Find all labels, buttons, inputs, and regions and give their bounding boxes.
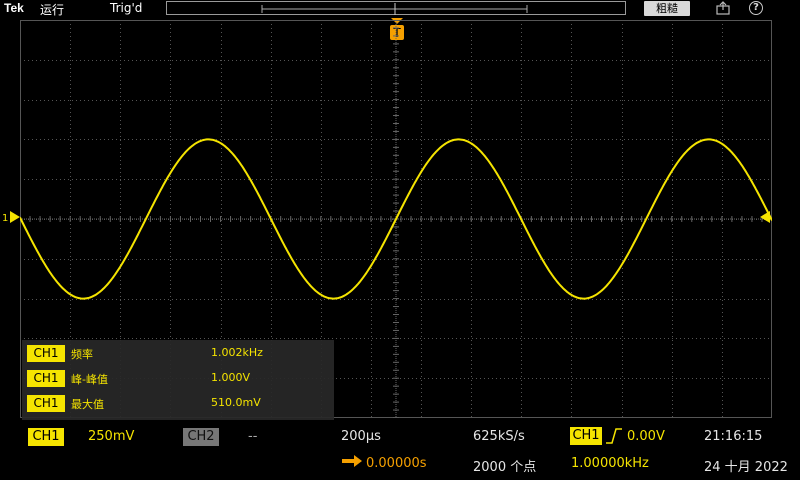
measurement-row[interactable]: CH1 最大值 510.0mV	[25, 393, 331, 413]
record-length[interactable]: 2000 个点	[473, 456, 536, 475]
measurement-name: 频率	[71, 348, 93, 361]
trigger-state: Trig'd	[110, 1, 143, 15]
horizontal-position[interactable]: 0.00000s	[366, 456, 427, 471]
ch1-scale[interactable]: 250mV	[88, 429, 134, 444]
coarse-button[interactable]: 粗糙	[644, 1, 690, 16]
trigger-frequency: 1.00000kHz	[571, 456, 649, 471]
ch2-badge[interactable]: CH2	[183, 428, 219, 446]
rising-edge-icon	[606, 428, 622, 444]
ch1-ground-marker[interactable]: 1	[0, 210, 22, 224]
measurement-row[interactable]: CH1 峰-峰值 1.000V	[25, 368, 331, 388]
measurement-value: 510.0mV	[211, 396, 261, 409]
export-icon[interactable]	[716, 1, 730, 15]
measurement-value: 1.000V	[211, 371, 251, 384]
run-state[interactable]: 运行	[40, 1, 64, 18]
sample-rate: 625kS/s	[473, 429, 525, 444]
help-icon[interactable]: ?	[749, 1, 763, 15]
measurement-name: 峰-峰值	[71, 373, 108, 386]
brand-logo: Tek	[4, 1, 24, 15]
svg-text:1: 1	[2, 213, 8, 224]
measurement-name: 最大值	[71, 398, 104, 411]
measurement-row[interactable]: CH1 频率 1.002kHz	[25, 343, 331, 363]
clock-time: 21:16:15	[704, 429, 763, 444]
ch1-badge[interactable]: CH1	[28, 428, 64, 446]
date: 24 十月 2022	[704, 460, 788, 475]
measurement-channel-badge: CH1	[27, 395, 65, 412]
ch2-scale[interactable]: --	[248, 429, 257, 444]
trigger-level-marker[interactable]	[758, 210, 772, 224]
record-view-bar[interactable]	[166, 1, 626, 15]
measurement-value: 1.002kHz	[211, 346, 263, 359]
horizontal-position-arrow-icon	[342, 455, 362, 467]
measurement-channel-badge: CH1	[27, 345, 65, 362]
status-bar: CH1 250mV CH2 -- 200µs 625kS/s CH1 0.00V…	[0, 424, 800, 480]
trigger-level[interactable]: 0.00V	[627, 429, 665, 444]
measurement-channel-badge: CH1	[27, 370, 65, 387]
top-bar: Tek 运行 Trig'd 粗糙 ?	[0, 0, 800, 18]
trigger-channel-badge[interactable]: CH1	[570, 427, 602, 445]
timebase[interactable]: 200µs	[341, 429, 381, 444]
measurement-panel: CH1 频率 1.002kHz CH1 峰-峰值 1.000V CH1 最大值 …	[22, 340, 334, 420]
